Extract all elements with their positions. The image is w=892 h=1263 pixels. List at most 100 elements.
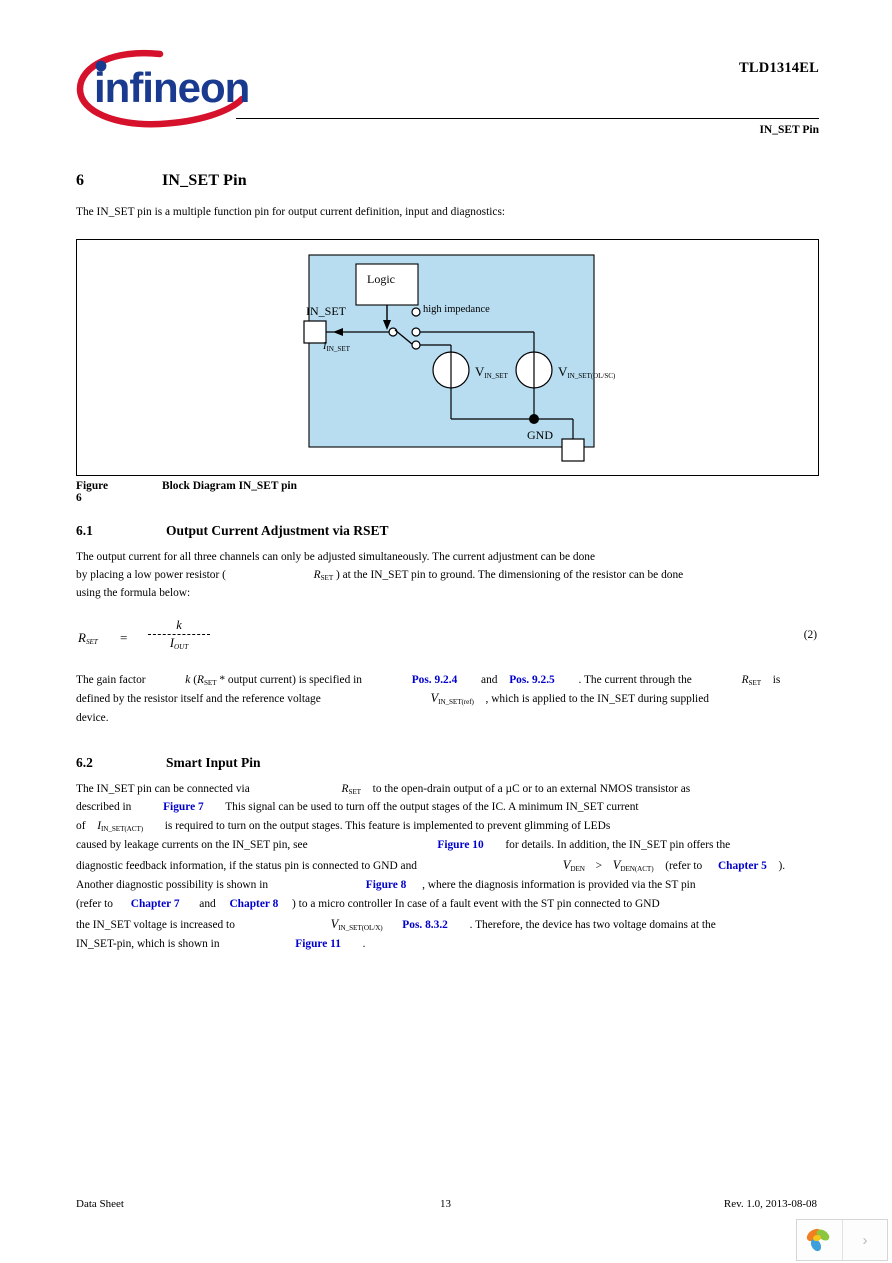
equation-2-fraction: k IOUT (144, 618, 214, 651)
section-61-after-line-3: device. (76, 712, 109, 724)
s61-l2-text-b: ) at the IN_SET pin to ground. The dimen… (335, 569, 684, 581)
iact-subscript: IN_SET(ACT) (101, 825, 144, 833)
vref-symbol: V (430, 691, 439, 705)
section-62-line-7: (refer to Chapter 7 and Chapter 8 ) to a… (76, 898, 660, 911)
footer-revision: Rev. 1.0, 2013-08-08 (723, 1198, 817, 1210)
document-id: TLD1314EL (739, 60, 819, 76)
rset-symbol: R (313, 569, 321, 581)
s61a-rset-symbol: R (197, 674, 204, 686)
gain-factor-k: k (185, 674, 191, 686)
high-impedance-label: high impedance (423, 304, 490, 315)
s62-l6-b: , where the diagnosis information is pro… (422, 879, 696, 891)
v1-subscript: IN_SET (484, 372, 508, 380)
section-62-line-6: Another diagnostic possibility is shown … (76, 879, 696, 892)
link-figure-10[interactable]: Figure 10 (437, 839, 483, 851)
heading-62-title: Smart Input Pin (166, 755, 261, 770)
document-page: infineon TLD1314EL IN_SET Pin 6 IN_SET P… (0, 0, 892, 1263)
figure-6-caption-number: Figure 6 (76, 480, 109, 504)
s61a-l2-a: defined by the resistor itself and the r… (76, 693, 321, 705)
heading-6-number: 6 (76, 172, 85, 189)
s61a-l1-c: * output current) is specified in (219, 674, 362, 686)
s61a-l1-e: is (772, 674, 781, 686)
section-62-line-3: of IIN_SET(ACT) is required to turn on t… (76, 820, 610, 836)
section-6-intro: The IN_SET pin is a multiple function pi… (76, 206, 506, 218)
voltage-source-2-label: VIN_SET(OL/SC) (558, 364, 615, 380)
link-pos-8-3-2[interactable]: Pos. 8.3.2 (402, 919, 448, 931)
s61a-l1-d: . The current through the (578, 674, 692, 686)
s61a-l2-b: , which is applied to the IN_SET during … (485, 693, 709, 705)
figure-6-caption-text: Block Diagram IN_SET pin (162, 480, 297, 492)
section-62-line-4: caused by leakage currents on the IN_SET… (76, 839, 730, 852)
section-61-line-2: by placing a low power resistor ( RSET )… (76, 569, 683, 585)
footer-left: Data Sheet (76, 1198, 124, 1210)
figure-6-frame: Logic IN_SET high impedance IIN_SET VIN_… (76, 239, 819, 476)
v1-symbol: V (475, 364, 485, 379)
equation-2-equals: = (120, 630, 128, 645)
link-pos-9-2-5[interactable]: Pos. 9.2.5 (509, 674, 555, 686)
s62-l3-b: is required to turn on the output stages… (164, 820, 611, 832)
s62-l9-a: IN_SET-pin, which is shown in (76, 938, 220, 950)
s62-l4-a: caused by leakage currents on the IN_SET… (76, 839, 308, 851)
s62-l5-b: (refer to (665, 860, 703, 872)
header-divider (236, 118, 819, 119)
eq2-denominator: IOUT (144, 636, 214, 651)
section-61-line-3: using the formula below: (76, 587, 191, 599)
current-subscript: IN_SET (326, 345, 350, 353)
section-61-line-1: The output current for all three channel… (76, 551, 596, 563)
s62-l2-b: This signal can be used to turn off the … (225, 801, 639, 813)
s62-l5-c: ). (778, 860, 786, 872)
link-figure-8[interactable]: Figure 8 (366, 879, 407, 891)
colorful-leaf-logo-button[interactable] (797, 1220, 842, 1260)
link-chapter-5[interactable]: Chapter 5 (718, 860, 767, 872)
s61a-l1-and: and (481, 674, 498, 686)
in-set-pin-label: IN_SET (306, 304, 346, 318)
s62-l7-b: ) to a micro controller In case of a fau… (292, 898, 660, 910)
v2-symbol: V (558, 364, 568, 379)
link-chapter-8[interactable]: Chapter 8 (229, 898, 278, 910)
next-page-button[interactable]: › (841, 1220, 887, 1260)
s62-l2-a: described in (76, 801, 132, 813)
s61a-rset2-symbol: R (741, 674, 749, 686)
s62-l5-a: diagnostic feedback information, if the … (76, 860, 417, 872)
rset-subscript: SET (320, 574, 334, 582)
s62-l4-b: for details. In addition, the IN_SET pin… (505, 839, 731, 851)
link-figure-11[interactable]: Figure 11 (295, 938, 341, 950)
s62-l1-b: to the open-drain output of a µC or to a… (372, 783, 691, 795)
equation-2-number: (2) (803, 629, 817, 641)
vdenact-subscript: DEN(ACT) (620, 865, 654, 873)
section-62-line-5: diagnostic feedback information, if the … (76, 859, 785, 876)
heading-61-number: 6.1 (76, 523, 93, 538)
s61a-rset2-subscript: SET (748, 679, 762, 687)
gnd-label: GND (527, 428, 553, 442)
vref-subscript: IN_SET(ref) (438, 698, 474, 706)
colorful-leaf-icon (807, 1228, 830, 1252)
s62-rset-subscript: SET (348, 788, 361, 796)
infineon-logo: infineon (74, 44, 254, 130)
link-figure-7[interactable]: Figure 7 (163, 801, 204, 813)
link-chapter-7[interactable]: Chapter 7 (131, 898, 180, 910)
heading-6-title: IN_SET Pin (162, 172, 247, 189)
vden-subscript: DEN (570, 865, 585, 873)
v2-subscript: IN_SET(OL/SC) (567, 372, 616, 380)
section-61-after-line-1: The gain factor k (RSET * output current… (76, 674, 780, 690)
footer-page-number: 13 (440, 1198, 451, 1210)
s62-l1-a: The IN_SET pin can be connected via (76, 783, 250, 795)
eq2-fraction-bar (148, 634, 210, 635)
s62-l3-a: of (76, 820, 86, 832)
in-set-current-label: IIN_SET (323, 341, 350, 353)
chevron-right-icon: › (862, 1231, 868, 1249)
equation-2-lhs: RSET (78, 630, 98, 646)
link-pos-9-2-4[interactable]: Pos. 9.2.4 (412, 674, 458, 686)
heading-61-title: Output Current Adjustment via RSET (166, 523, 389, 538)
eq2-lhs-subscript: SET (85, 638, 98, 646)
eq2-den-subscript: OUT (174, 643, 189, 651)
s62-l6-a: Another diagnostic possibility is shown … (76, 879, 269, 891)
section-62-line-8: the IN_SET voltage is increased to VIN_S… (76, 918, 716, 935)
s61-l2-text-a: by placing a low power resistor ( (76, 569, 226, 581)
eq2-lhs-symbol: R (78, 630, 86, 645)
viewer-toolbar[interactable]: › (796, 1219, 888, 1261)
voltage-source-1-label: VIN_SET (475, 364, 508, 380)
s62-l9-b: . (362, 938, 366, 950)
section-62-line-1: The IN_SET pin can be connected via RSET… (76, 783, 690, 799)
section-62-line-9: IN_SET-pin, which is shown in Figure 11 … (76, 938, 366, 951)
